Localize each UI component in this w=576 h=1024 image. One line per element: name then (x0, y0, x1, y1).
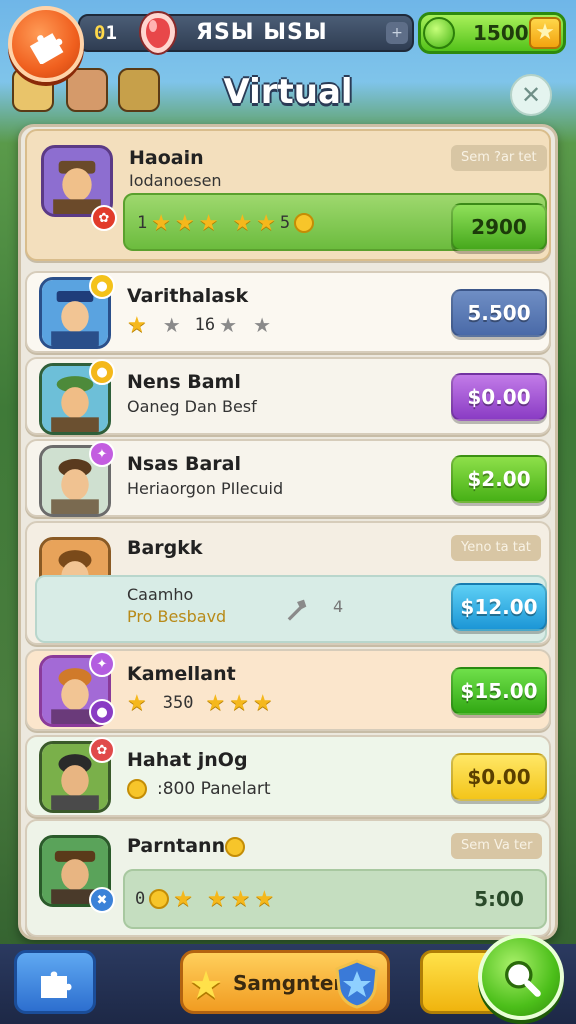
coin-counter[interactable]: 1500 ★ (418, 12, 566, 54)
star-icon: ★ (189, 963, 224, 1007)
star-icon: ★ (229, 690, 249, 716)
item-tag: Sem Va ter (451, 833, 543, 859)
gem-icon (138, 10, 178, 56)
star-icon: ★ (252, 690, 273, 716)
stars-count: 16 (194, 315, 216, 335)
item-list-panel: ✿ Haoain Iodanoesen Sem ?ar tet 1 ★ ★ ★ … (18, 124, 558, 940)
coin-icon (423, 17, 455, 49)
star-icon: ★ (205, 690, 226, 716)
item-name: Nens Baml (127, 371, 241, 393)
status-bar: 01 ЯSЫ ЫSЫ + (78, 10, 414, 56)
stars-count: 1 (137, 213, 148, 233)
badge-icon: ✿ (89, 737, 115, 763)
stars-row: 0 ★ ★ ★ ★ (135, 885, 274, 913)
stars-row: ★ ★ 16 ★ ★ (127, 311, 271, 339)
badge-icon: ● (89, 273, 115, 299)
level-indicator: 01 (94, 22, 117, 44)
list-item[interactable]: ✦ Bargkk Yeno ta tat Caamho Pro Besbavd … (25, 521, 551, 645)
price-button[interactable]: $15.00 (451, 667, 547, 715)
item-name: Nsas Baral (127, 453, 241, 475)
item-tag: Sem ?ar tet (451, 145, 547, 171)
status-title: ЯSЫ ЫSЫ (196, 20, 328, 45)
add-gems-button[interactable]: + (386, 22, 408, 44)
shield-icon (335, 959, 379, 1009)
price-button[interactable]: $0.00 (451, 373, 547, 421)
item-count: 4 (333, 597, 344, 616)
stars-row: ★ 350 ★ ★ ★ (127, 689, 273, 717)
level-number: 1 (105, 22, 117, 44)
price-button[interactable]: $2.00 (451, 455, 547, 503)
price-button[interactable]: $0.00 (451, 753, 547, 801)
list-item[interactable]: ✦ ● Kamellant ★ 350 ★ ★ ★ $15.00 (25, 649, 551, 731)
item-subtitle: Heriaorgon PIlecuid (127, 479, 284, 498)
star-icon: ★ (198, 210, 219, 236)
stars-row: :800 Panelart (127, 775, 271, 803)
item-name: Varithalask (127, 285, 249, 307)
back-button[interactable] (8, 6, 84, 82)
list-item[interactable]: ✿ Haoain Iodanoesen Sem ?ar tet 1 ★ ★ ★ … (25, 129, 551, 261)
star-icon: ★ (127, 690, 147, 716)
star-icon: ★ (254, 886, 275, 912)
item-tag: Yeno ta tat (451, 535, 541, 561)
badge-icon: ● (89, 699, 115, 725)
stars-row: 1 ★ ★ ★ ★ ★ 5 (137, 209, 315, 237)
list-item[interactable]: ● Varithalask ★ ★ 16 ★ ★ 5.500 (25, 271, 551, 353)
star-icon: ★ (174, 210, 195, 236)
page-title: Virtual (223, 72, 353, 112)
stars-count: 5 (279, 213, 291, 233)
item-subtitle: :800 Panelart (157, 779, 271, 799)
price-button[interactable]: 2900 (451, 203, 547, 251)
item-subtitle-secondary: Pro Besbavd (127, 607, 227, 626)
top-bar: 01 ЯSЫ ЫSЫ + 1500 ★ (0, 0, 576, 70)
smiley-icon (294, 213, 315, 233)
star-icon: ★ (127, 312, 147, 338)
puzzle-icon (41, 971, 72, 998)
list-item[interactable]: ✦ Nsas Baral Heriaorgon PIlecuid $2.00 (25, 439, 551, 517)
star-icon: ★ (256, 210, 276, 236)
smiley-icon (127, 779, 147, 799)
list-item[interactable]: ✖ Parntanno Sem Va ter 0 ★ ★ ★ ★ 5:00 (25, 819, 551, 937)
star-icon: ★ (219, 313, 238, 337)
star-icon: ★ (206, 886, 227, 912)
star-icon: ★ (232, 210, 253, 236)
star-icon[interactable]: ★ (529, 17, 561, 49)
list-item[interactable]: ● Nens Baml Oaneg Dan Besf $0.00 (25, 357, 551, 435)
star-icon: ★ (162, 313, 181, 337)
center-action-button[interactable]: ★ Samgnter (180, 950, 390, 1014)
badge-icon: ✦ (89, 651, 115, 677)
badge-icon: ● (89, 359, 115, 385)
level-prefix: 0 (94, 22, 106, 44)
stars-count: 0 (135, 889, 146, 909)
hammer-icon (287, 599, 307, 621)
smiley-icon (225, 837, 245, 857)
badge-icon: ✖ (89, 887, 115, 913)
item-name: Hahat jnOg (127, 749, 248, 771)
item-subtitle: Caamho (127, 585, 194, 604)
smiley-icon (149, 889, 170, 909)
star-icon: ★ (173, 886, 193, 912)
price-button[interactable]: $12.00 (451, 583, 547, 631)
badge-icon: ✿ (91, 205, 117, 231)
item-name: Parntanno (127, 835, 239, 857)
star-icon: ★ (230, 886, 251, 912)
star-icon: ★ (151, 210, 171, 236)
search-button[interactable] (478, 934, 564, 1020)
item-subtitle: Oaneg Dan Besf (127, 397, 257, 416)
item-name: Kamellant (127, 663, 236, 685)
badge-icon: ✦ (89, 441, 115, 467)
search-icon (505, 961, 541, 997)
close-button[interactable]: ✕ (510, 74, 552, 116)
item-subtitle: Iodanoesen (129, 171, 222, 190)
list-item[interactable]: ✿ Hahat jnOg :800 Panelart $0.00 (25, 735, 551, 817)
item-name: Haoain (129, 147, 204, 169)
stars-count: 350 (162, 693, 194, 713)
star-icon: ★ (253, 313, 272, 337)
center-action-label: Samgnter (233, 971, 344, 995)
price-button[interactable]: 5.500 (451, 289, 547, 337)
price-button[interactable]: 5:00 (451, 877, 547, 925)
puzzle-button[interactable] (14, 950, 96, 1014)
coin-value: 1500 (473, 21, 529, 45)
item-name: Bargkk (127, 537, 203, 559)
puzzle-icon (29, 33, 64, 64)
